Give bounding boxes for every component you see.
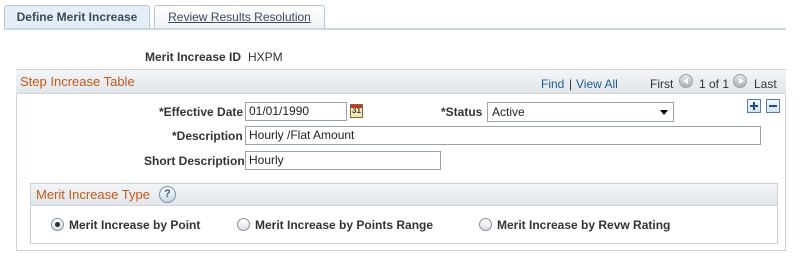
status-label: *Status	[441, 105, 483, 119]
radio-merit-by-revw-rating-label: Merit Increase by Revw Rating	[497, 218, 671, 232]
find-link[interactable]: Find	[541, 77, 564, 91]
description-input[interactable]: Hourly /Flat Amount	[245, 126, 761, 145]
nav-separator: |	[569, 77, 573, 91]
effective-date-input[interactable]: 01/01/1990	[245, 102, 347, 121]
short-description-label: Short Description	[144, 154, 245, 168]
description-label: *Description	[172, 129, 243, 143]
tab-review-results-resolution[interactable]: Review Results Resolution	[154, 5, 325, 29]
merit-increase-type-title: Merit Increase Type	[36, 187, 150, 202]
calendar-icon[interactable]: 31	[350, 104, 363, 118]
merit-increase-id-value: HXPM	[248, 50, 283, 64]
radio-merit-by-point[interactable]	[51, 218, 64, 231]
tab-review-results-resolution-label: Review Results Resolution	[168, 10, 311, 24]
tab-define-merit-increase[interactable]: Define Merit Increase	[4, 5, 150, 29]
radio-merit-by-revw-rating[interactable]	[479, 218, 492, 231]
delete-row-button[interactable]	[766, 99, 780, 113]
row-position: 1 of 1	[699, 77, 730, 91]
plus-icon-vertical	[753, 102, 755, 110]
minus-icon	[769, 105, 777, 107]
step-increase-table-title: Step Increase Table	[20, 74, 135, 89]
radio-merit-by-points-range[interactable]	[237, 218, 250, 231]
status-select[interactable]: Active	[487, 102, 674, 122]
add-row-button[interactable]	[747, 99, 761, 113]
tab-divider	[4, 28, 786, 30]
radio-merit-by-point-label: Merit Increase by Point	[69, 218, 201, 232]
view-all-link[interactable]: View All	[576, 77, 618, 91]
effective-date-label: *Effective Date	[159, 105, 244, 119]
radio-merit-by-points-range-label: Merit Increase by Points Range	[255, 218, 434, 232]
arrow-left-icon[interactable]	[679, 74, 693, 88]
merit-increase-id-label: Merit Increase ID	[145, 50, 242, 64]
short-description-input[interactable]: Hourly	[245, 151, 441, 170]
chevron-down-icon	[660, 110, 668, 115]
help-icon[interactable]: ?	[159, 186, 176, 203]
last-label: Last	[754, 77, 777, 91]
arrow-right-icon[interactable]	[733, 74, 747, 88]
status-selected-value: Active	[492, 105, 525, 119]
first-label: First	[650, 77, 674, 91]
